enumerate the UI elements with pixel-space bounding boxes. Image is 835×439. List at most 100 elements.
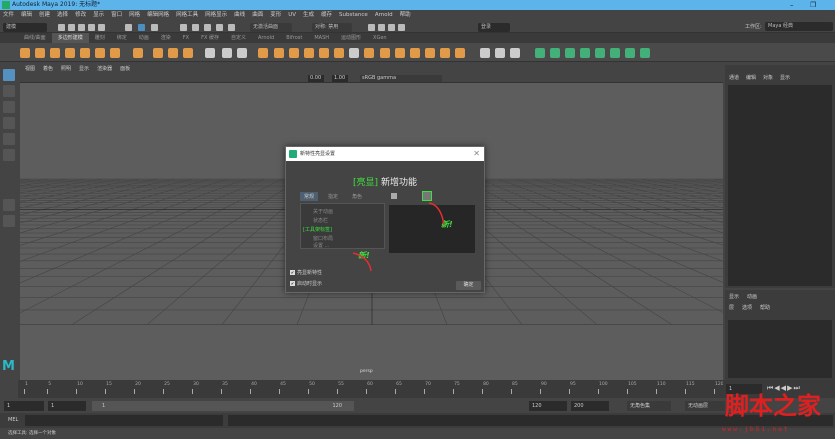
poke-icon[interactable] xyxy=(455,48,465,58)
poly-disc-icon[interactable] xyxy=(110,48,120,58)
panel-menu-item[interactable]: 渲染器 xyxy=(97,65,112,74)
menu-2[interactable]: 创建 xyxy=(39,10,50,21)
layer-tab[interactable]: 显示 xyxy=(729,293,739,300)
panel-menu-item[interactable]: 显示 xyxy=(79,65,89,74)
symmetry-field[interactable]: 对称: 禁用 xyxy=(312,22,352,32)
minimize-button[interactable]: – xyxy=(790,0,794,10)
shelf-tab[interactable]: 动画 xyxy=(133,33,155,43)
paint-select-icon[interactable] xyxy=(3,101,15,113)
redo-icon[interactable] xyxy=(98,23,105,31)
edge-loop-icon[interactable] xyxy=(495,48,505,58)
start-time-field[interactable]: 1 xyxy=(4,400,44,411)
ipr-render-icon[interactable] xyxy=(378,23,385,31)
channel-menu-item[interactable]: 对象 xyxy=(763,74,773,81)
menu-18[interactable]: Arnold xyxy=(375,10,393,21)
shelf-tab[interactable]: Arnold xyxy=(252,33,280,43)
poly-sphere-icon[interactable] xyxy=(20,48,30,58)
triangulate-icon[interactable] xyxy=(410,48,420,58)
color-space-dropdown[interactable]: sRGB gamma xyxy=(360,75,442,82)
move-tool-icon[interactable] xyxy=(3,117,15,129)
snap-surface-icon[interactable] xyxy=(228,23,235,31)
poly-cylinder-icon[interactable] xyxy=(50,48,60,58)
startup-checkbox[interactable]: ✔ 启动时显示 xyxy=(290,280,322,287)
four-view-icon[interactable] xyxy=(3,215,15,227)
time-slider[interactable]: 1 5 10 15 20 25 30 35 40 45 50 55 60 65 70 75 80 85 90 95 10… xyxy=(18,380,724,398)
mode-dropdown[interactable]: 建模 xyxy=(3,22,47,32)
type-icon[interactable] xyxy=(168,48,178,58)
scale-tool-icon[interactable] xyxy=(3,149,15,161)
shelf-tab[interactable]: 渲染 xyxy=(155,33,177,43)
shelf-tab[interactable]: MASH xyxy=(308,33,335,43)
layer-menu-item[interactable]: 帮助 xyxy=(760,304,770,311)
mirror-icon[interactable] xyxy=(364,48,374,58)
combine-icon[interactable] xyxy=(222,48,232,58)
spherical-uv-icon[interactable] xyxy=(565,48,575,58)
snap-grid-icon[interactable] xyxy=(180,23,187,31)
open-scene-icon[interactable] xyxy=(68,23,75,31)
menu-12[interactable]: 曲面 xyxy=(252,10,263,21)
svg-icon[interactable] xyxy=(183,48,193,58)
channel-menu-item[interactable]: 通道 xyxy=(729,74,739,81)
restore-button[interactable]: ❐ xyxy=(810,0,816,10)
menu-4[interactable]: 修改 xyxy=(75,10,86,21)
snap-curve-icon[interactable] xyxy=(192,23,199,31)
panel-menu-item[interactable]: 视图 xyxy=(25,65,35,74)
shelf-tab[interactable]: FX xyxy=(177,33,195,43)
shelf-tab[interactable]: 绑定 xyxy=(111,33,133,43)
camera-uv-icon[interactable] xyxy=(595,48,605,58)
layer-menu-item[interactable]: 选项 xyxy=(742,304,752,311)
render-settings-icon[interactable] xyxy=(388,23,395,31)
fill-hole-icon[interactable] xyxy=(334,48,344,58)
reduce-icon[interactable] xyxy=(395,48,405,58)
login-dropdown[interactable]: 登录 xyxy=(478,22,510,32)
menu-9[interactable]: 网格工具 xyxy=(176,10,198,21)
anim-layer-dropdown[interactable]: 无动画层 xyxy=(685,400,725,411)
snap-point-icon[interactable] xyxy=(204,23,211,31)
bevel-icon[interactable] xyxy=(304,48,314,58)
channel-menu-item[interactable]: 编辑 xyxy=(746,74,756,81)
extrude-icon[interactable] xyxy=(274,48,284,58)
wedge-icon[interactable] xyxy=(440,48,450,58)
mel-label[interactable]: MEL xyxy=(8,417,18,423)
sew-uv-icon[interactable] xyxy=(625,48,635,58)
multi-cut-icon[interactable] xyxy=(480,48,490,58)
tab-general[interactable]: 常规 xyxy=(300,192,319,201)
shelf-tab[interactable]: FX 缓存 xyxy=(195,33,225,43)
undo-icon[interactable] xyxy=(88,23,95,31)
anim-start-field[interactable]: 1 xyxy=(48,400,86,411)
menu-17[interactable]: Substance xyxy=(339,10,368,21)
platonic-solid-icon[interactable] xyxy=(133,48,143,58)
snap-view-icon[interactable] xyxy=(216,23,223,31)
uv-editor-icon[interactable] xyxy=(610,48,620,58)
workspace-dropdown[interactable]: Maya 经典 xyxy=(765,22,833,31)
end-time-field[interactable]: 120 xyxy=(529,400,567,411)
super-shape-icon[interactable] xyxy=(153,48,163,58)
menu-11[interactable]: 曲线 xyxy=(234,10,245,21)
ok-button[interactable]: 确定 xyxy=(456,281,481,290)
select-tool-icon[interactable] xyxy=(3,69,15,81)
anim-end-field[interactable]: 200 xyxy=(571,400,609,411)
menu-19[interactable]: 帮助 xyxy=(400,10,411,21)
quadrangulate-icon[interactable] xyxy=(425,48,435,58)
single-view-icon[interactable] xyxy=(3,199,15,211)
menu-5[interactable]: 显示 xyxy=(93,10,104,21)
gamma-field[interactable]: 1.00 xyxy=(332,75,348,82)
poly-torus-icon[interactable] xyxy=(80,48,90,58)
menu-7[interactable]: 网格 xyxy=(129,10,140,21)
highlight-checkbox[interactable]: ✔ 亮显新特性 xyxy=(290,269,322,276)
poly-plane-icon[interactable] xyxy=(95,48,105,58)
new-scene-icon[interactable] xyxy=(58,23,65,31)
menu-1[interactable]: 编辑 xyxy=(21,10,32,21)
poly-cube-icon[interactable] xyxy=(35,48,45,58)
merge-icon[interactable] xyxy=(349,48,359,58)
bridge-icon[interactable] xyxy=(289,48,299,58)
tab-assign[interactable]: 指定 xyxy=(324,192,342,201)
range-slider[interactable]: 1 120 xyxy=(92,400,354,411)
character-set-dropdown[interactable]: 无角色集 xyxy=(627,400,671,411)
menu-0[interactable]: 文件 xyxy=(3,10,14,21)
shelf-tab[interactable]: 多边形建模 xyxy=(51,33,89,43)
render-icon[interactable] xyxy=(368,23,375,31)
center-pivot-icon[interactable] xyxy=(380,48,390,58)
live-surface-field[interactable]: 无激活曲面 xyxy=(250,22,292,32)
select-object-icon[interactable] xyxy=(138,23,145,31)
